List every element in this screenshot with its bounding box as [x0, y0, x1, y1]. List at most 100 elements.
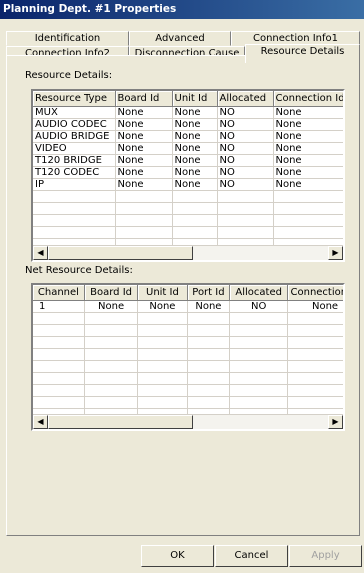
- table-cell: [287, 312, 343, 325]
- table-cell: [137, 324, 188, 337]
- net-resource-details-header: Channel Board Id Unit Id Port Id Allocated Co…: [33, 285, 343, 301]
- column-header[interactable]: Resource Type: [33, 91, 116, 107]
- column-header[interactable]: Board Id: [84, 285, 139, 301]
- table-cell: [187, 360, 231, 373]
- table-cell: [33, 396, 85, 409]
- table-row[interactable]: AUDIO CODEC None None NO None: [33, 118, 343, 131]
- ok-button[interactable]: OK: [141, 545, 214, 567]
- column-header[interactable]: Connection Id: [287, 285, 343, 301]
- table-cell: [229, 360, 289, 373]
- table-cell: [172, 190, 218, 203]
- scroll-thumb[interactable]: [48, 246, 193, 260]
- table-cell: [84, 348, 139, 361]
- empty-row: [33, 202, 343, 215]
- table-cell: [33, 336, 85, 349]
- column-header[interactable]: Channel: [33, 285, 85, 301]
- table-cell: [217, 190, 274, 203]
- table-cell: [287, 324, 343, 337]
- scroll-left-icon[interactable]: ◀: [33, 415, 48, 429]
- table-cell: [187, 396, 231, 409]
- table-cell: None: [172, 166, 218, 179]
- table-cell: [84, 336, 139, 349]
- table-cell: [229, 384, 289, 397]
- table-row[interactable]: MUX None None NO None: [33, 106, 343, 119]
- title-bar[interactable]: Planning Dept. #1 Properties: [0, 0, 364, 19]
- resource-details-table: Resource Type Board Id Unit Id Allocated Con…: [33, 91, 343, 251]
- table-cell: [273, 214, 343, 227]
- table-cell: NO: [217, 118, 274, 131]
- scroll-thumb[interactable]: [48, 415, 193, 429]
- table-cell: [115, 214, 173, 227]
- table-cell: None: [115, 106, 173, 119]
- table-cell: [33, 202, 116, 215]
- table-row[interactable]: T120 CODEC None None NO None: [33, 166, 343, 179]
- table-cell: None: [273, 166, 343, 179]
- table-row[interactable]: AUDIO BRIDGE None None NO None: [33, 130, 343, 143]
- empty-row: [33, 348, 343, 361]
- net-resource-details-list[interactable]: Channel Board Id Unit Id Port Id Allocated Co…: [31, 283, 345, 431]
- empty-row: [33, 360, 343, 373]
- column-header[interactable]: Unit Id: [137, 285, 188, 301]
- table-cell: None: [273, 178, 343, 191]
- table-cell: IP: [33, 178, 116, 191]
- table-row[interactable]: VIDEO None None NO None: [33, 142, 343, 155]
- cancel-button[interactable]: Cancel: [215, 545, 288, 567]
- table-cell: None: [273, 154, 343, 167]
- table-cell: [115, 226, 173, 239]
- resource-details-list[interactable]: Resource Type Board Id Unit Id Allocated Con…: [31, 89, 345, 262]
- apply-button[interactable]: Apply: [289, 545, 362, 567]
- table-cell: NO: [217, 106, 274, 119]
- table-row[interactable]: 1 None None None NO None: [33, 300, 343, 313]
- empty-row: [33, 372, 343, 385]
- table-cell: AUDIO CODEC: [33, 118, 116, 131]
- table-cell: [84, 360, 139, 373]
- table-cell: None: [172, 142, 218, 155]
- table-cell: [287, 396, 343, 409]
- table-cell: None: [115, 154, 173, 167]
- table-cell: NO: [217, 178, 274, 191]
- table-cell: [187, 372, 231, 385]
- empty-row: [33, 336, 343, 349]
- table-cell: [137, 372, 188, 385]
- table-cell: None: [115, 118, 173, 131]
- table-cell: None: [115, 178, 173, 191]
- table-cell: None: [172, 130, 218, 143]
- tab-resource-details[interactable]: Resource Details: [245, 44, 360, 63]
- table-cell: [287, 336, 343, 349]
- tab-advanced[interactable]: Advanced: [129, 31, 231, 46]
- table-cell: [217, 214, 274, 227]
- empty-row: [33, 384, 343, 397]
- table-cell: None: [115, 130, 173, 143]
- table-cell: [229, 372, 289, 385]
- table-row[interactable]: T120 BRIDGE None None NO None: [33, 154, 343, 167]
- net-hscrollbar[interactable]: ◀ ▶: [33, 414, 343, 429]
- table-row[interactable]: IP None None NO None: [33, 178, 343, 191]
- column-header[interactable]: Port Id: [187, 285, 231, 301]
- column-header[interactable]: Unit Id: [172, 91, 218, 107]
- column-header[interactable]: Allocated: [217, 91, 274, 107]
- table-cell: None: [187, 300, 231, 313]
- table-cell: [287, 384, 343, 397]
- net-resource-details-table: Channel Board Id Unit Id Port Id Allocated Co…: [33, 285, 343, 421]
- column-header[interactable]: Connection Id: [273, 91, 343, 107]
- column-header[interactable]: Board Id: [115, 91, 173, 107]
- table-cell: None: [172, 118, 218, 131]
- table-cell: None: [137, 300, 188, 313]
- column-header[interactable]: Allocated: [229, 285, 289, 301]
- table-cell: None: [273, 142, 343, 155]
- table-cell: None: [273, 118, 343, 131]
- table-cell: NO: [217, 130, 274, 143]
- table-cell: [172, 226, 218, 239]
- table-cell: [229, 312, 289, 325]
- table-cell: AUDIO BRIDGE: [33, 130, 116, 143]
- table-cell: None: [84, 300, 139, 313]
- table-cell: [217, 226, 274, 239]
- tab-identification[interactable]: Identification: [6, 31, 129, 46]
- scroll-right-icon[interactable]: ▶: [328, 246, 343, 260]
- table-cell: MUX: [33, 106, 116, 119]
- resource-hscrollbar[interactable]: ◀ ▶: [33, 245, 343, 260]
- table-cell: NO: [217, 166, 274, 179]
- scroll-right-icon[interactable]: ▶: [328, 415, 343, 429]
- table-cell: NO: [229, 300, 289, 313]
- scroll-left-icon[interactable]: ◀: [33, 246, 48, 260]
